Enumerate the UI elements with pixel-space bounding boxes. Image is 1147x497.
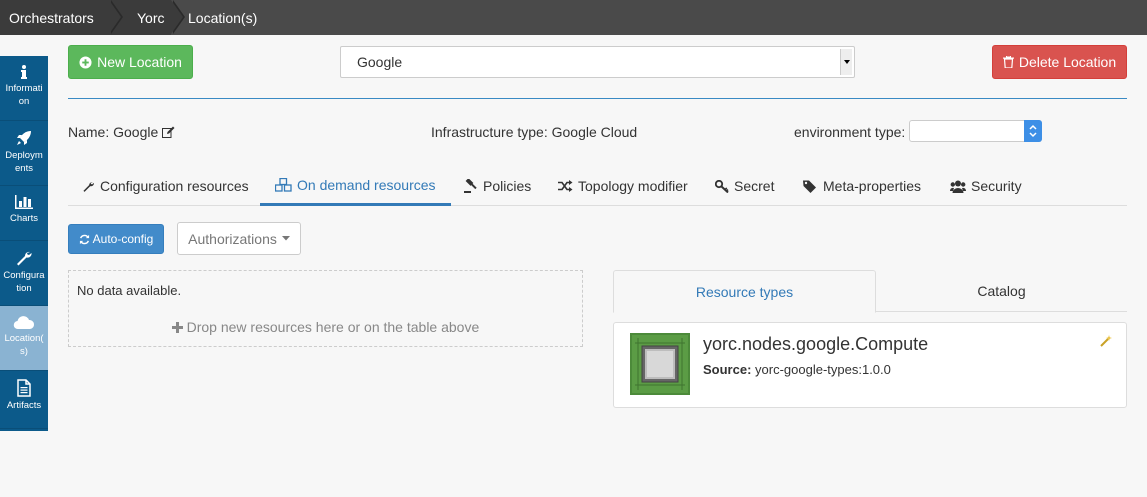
users-icon [950, 180, 966, 193]
tab-security[interactable]: Security [950, 166, 1022, 206]
auto-config-label: Auto-config [92, 232, 154, 246]
cubes-icon [275, 177, 292, 192]
no-data-text: No data available. [77, 283, 182, 298]
breadcrumb: Orchestrators Yorc Location(s) [0, 0, 1147, 35]
key-icon [715, 179, 729, 193]
tab-topology-modifier[interactable]: Topology modifier [558, 166, 688, 206]
bar-chart-icon [15, 195, 33, 209]
breadcrumb-locations: Location(s) [171, 0, 276, 35]
tab-label: Topology modifier [578, 178, 688, 194]
info-icon [21, 65, 27, 79]
location-tabs: Configuration resources On demand resour… [68, 166, 1127, 206]
sidebar-item-information[interactable]: Informati on [0, 56, 48, 121]
resource-tabs: Resource types Catalog [613, 270, 1127, 313]
breadcrumb-label: Yorc [137, 9, 165, 26]
sidebar: Informati on Deploym ents Charts Configu… [0, 56, 48, 431]
infra-value: Google Cloud [551, 124, 638, 140]
sidebar-item-deployments[interactable]: Deploym ents [0, 121, 48, 186]
caret-down-icon [281, 236, 290, 241]
tab-secret[interactable]: Secret [715, 166, 774, 206]
sidebar-item-label: Informati on [5, 83, 43, 107]
source-value: yorc-google-types:1.0.0 [755, 362, 891, 377]
resource-type-card[interactable]: yorc.nodes.google.Compute Source: yorc-g… [613, 322, 1127, 408]
rocket-icon [17, 131, 31, 145]
resource-type-name: yorc.nodes.google.Compute [703, 334, 929, 354]
sidebar-item-label: Deploym ents [5, 150, 43, 174]
breadcrumb-label: Orchestrators [9, 9, 94, 26]
wrench-icon [83, 181, 94, 192]
sidebar-item-charts[interactable]: Charts [0, 186, 48, 241]
document-icon [17, 379, 31, 397]
resources-dropzone[interactable]: No data available. Drop new resources he… [68, 270, 583, 347]
name-label: Name: [68, 124, 110, 140]
sidebar-item-label: Location( s) [4, 333, 44, 357]
tab-policies[interactable]: Policies [464, 166, 531, 206]
tab-configuration-resources[interactable]: Configuration resources [82, 166, 249, 206]
tab-resource-types[interactable]: Resource types [613, 270, 876, 313]
tab-label: Policies [483, 178, 532, 194]
gavel-icon [464, 179, 477, 193]
refresh-icon [79, 234, 89, 244]
caret-down-icon [840, 49, 852, 75]
compute-chip-icon [630, 333, 690, 395]
location-select[interactable]: Google [340, 46, 855, 78]
breadcrumb-label: Location(s) [188, 9, 258, 26]
sidebar-item-label: Configura tion [3, 270, 45, 294]
breadcrumb-orchestrators[interactable]: Orchestrators [0, 0, 123, 35]
magic-wand-icon[interactable] [1100, 335, 1112, 347]
location-select-value: Google [357, 54, 403, 70]
edit-icon[interactable] [162, 126, 175, 138]
trash-icon [1002, 56, 1014, 68]
tab-label: Security [971, 178, 1022, 194]
sidebar-item-label: Charts [10, 213, 38, 224]
resource-source: Source: yorc-google-types:1.0.0 [703, 362, 891, 377]
wrench-icon [17, 251, 32, 266]
tab-meta-properties[interactable]: Meta-properties [803, 166, 921, 206]
tab-label: On demand resources [297, 176, 436, 193]
new-location-button[interactable]: New Location [68, 45, 193, 79]
infrastructure-type: Infrastructure type: Google Cloud [431, 124, 637, 140]
sidebar-item-label: Artifacts [6, 400, 42, 411]
tab-catalog[interactable]: Catalog [876, 270, 1127, 312]
sidebar-item-configuration[interactable]: Configura tion [0, 241, 48, 306]
tab-label: Configuration resources [100, 178, 249, 194]
tab-label: Secret [734, 178, 775, 194]
cloud-icon [13, 316, 35, 330]
delete-location-button[interactable]: Delete Location [992, 45, 1127, 79]
tab-on-demand-resources[interactable]: On demand resources [260, 166, 451, 206]
plus-circle-icon [79, 55, 92, 69]
authorizations-label: Authorizations [188, 230, 277, 247]
plus-icon [171, 322, 183, 333]
name-value: Google [113, 124, 159, 140]
updown-arrows-icon [1024, 120, 1042, 142]
tab-label: Meta-properties [823, 178, 922, 194]
drop-hint: Drop new resources here or on the table … [69, 319, 582, 335]
divider [68, 98, 1127, 99]
auto-config-button[interactable]: Auto-config [68, 224, 164, 254]
environment-type-label: environment type: [794, 124, 906, 140]
new-location-label: New Location [97, 54, 182, 70]
environment-type-select[interactable] [909, 120, 1042, 142]
sidebar-item-locations[interactable]: Location( s) [0, 306, 48, 371]
drop-hint-text: Drop new resources here or on the table … [186, 319, 480, 335]
delete-location-label: Delete Location [1018, 54, 1117, 70]
shuffle-icon [558, 180, 573, 192]
location-name: Name: Google [68, 124, 175, 140]
tags-icon [803, 180, 816, 193]
authorizations-dropdown[interactable]: Authorizations [177, 222, 301, 255]
source-label: Source: [703, 362, 752, 377]
infra-label: Infrastructure type: [431, 124, 548, 140]
sidebar-item-artifacts[interactable]: Artifacts [0, 371, 48, 429]
